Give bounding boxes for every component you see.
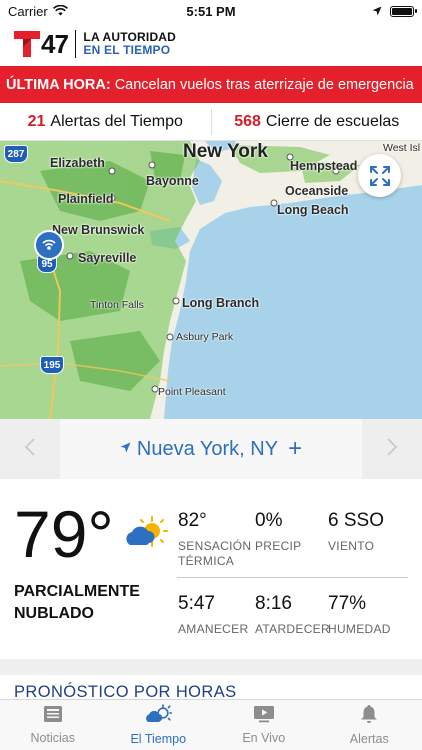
news-icon	[43, 705, 63, 728]
weather-alerts-link[interactable]: 21 Alertas del Tiempo	[0, 113, 211, 131]
tab-noticias-label: Noticias	[30, 731, 75, 745]
map-label-new-brunswick: New Brunswick	[52, 223, 145, 237]
location-arrow-icon	[120, 440, 131, 458]
stats-divider	[177, 577, 408, 578]
radar-map[interactable]: New York Elizabeth Bayonne Plainfield Ne…	[0, 141, 422, 419]
condition-line1: PARCIALMENTE	[14, 583, 140, 600]
feels-like-label: SENSACIÓN TÉRMICA	[178, 539, 251, 569]
current-conditions: 79° PARCIALMENTE NUBLADO 82° SENSACIÓN T…	[0, 479, 422, 659]
current-temperature: 79°	[14, 497, 114, 571]
sunset-stat: 8:16 ATARDECER	[255, 593, 330, 637]
map-label-hempstead: Hempstead	[290, 159, 358, 173]
tab-noticias[interactable]: Noticias	[0, 700, 106, 750]
sunrise-label: AMANECER	[178, 622, 249, 636]
tagline: LA AUTORIDAD EN EL TIEMPO	[83, 31, 176, 57]
chevron-right-icon	[387, 436, 398, 462]
live-video-icon	[253, 705, 275, 728]
carrier-label: Carrier	[8, 3, 48, 19]
tab-en-vivo[interactable]: En Vivo	[211, 700, 317, 750]
tab-alertas-label: Alertas	[349, 732, 389, 746]
highway-shield-195: 195	[40, 356, 64, 374]
sunset-value: 8:16	[255, 593, 292, 614]
weather-alerts-label: Alertas del Tiempo	[50, 112, 183, 130]
highway-shield-287-label: 287	[7, 148, 25, 160]
battery-icon	[390, 5, 417, 17]
sunrise-value: 5:47	[178, 593, 215, 614]
map-label-tinton-falls: Tinton Falls	[90, 299, 144, 311]
humidity-value: 77%	[328, 593, 367, 614]
humidity-label: HUMEDAD	[328, 622, 391, 636]
tab-bar: Noticias El Tiempo En Vivo Alertas	[0, 699, 422, 750]
section-gap	[0, 659, 422, 675]
expand-icon	[369, 165, 391, 187]
alerts-row: 21 Alertas del Tiempo 568 Cierre de escu…	[0, 103, 422, 141]
humidity-stat: 77% HUMEDAD	[328, 593, 391, 637]
current-location-button[interactable]: Nueva York, NY +	[60, 419, 362, 479]
precip-value: 0%	[255, 510, 283, 531]
weather-alerts-count: 21	[27, 112, 46, 130]
school-closings-count: 568	[234, 112, 261, 130]
tab-el-tiempo[interactable]: El Tiempo	[106, 700, 212, 750]
feels-like-value: 82°	[178, 510, 207, 531]
precip-stat: 0% PRECIP	[255, 510, 301, 554]
map-label-asbury-park: Asbury Park	[176, 331, 234, 343]
map-label-new-york: New York	[183, 141, 268, 162]
logo-divider	[74, 30, 77, 58]
telemundo-logo-icon	[14, 29, 40, 59]
feels-like-label-line1: SENSACIÓN	[178, 539, 252, 553]
add-location-button[interactable]: +	[288, 435, 302, 463]
partly-cloudy-icon	[122, 515, 168, 556]
precip-label: PRECIP	[255, 539, 302, 553]
previous-location-button[interactable]	[0, 419, 60, 479]
wind-stat: 6 SSO VIENTO	[328, 510, 384, 554]
map-label-point-pleasant: Point Pleasant	[158, 386, 226, 398]
expand-map-button[interactable]	[358, 154, 401, 197]
map-label-long-branch: Long Branch	[182, 296, 260, 310]
tab-el-tiempo-label: El Tiempo	[130, 732, 187, 746]
breaking-headline: Cancelan vuelos tras aterrizaje de emerg…	[114, 76, 414, 93]
chevron-left-icon	[24, 436, 35, 462]
wind-value: 6 SSO	[328, 510, 384, 531]
map-label-long-beach: Long Beach	[277, 203, 349, 217]
location-arrow-icon	[372, 4, 382, 19]
breaking-tag: ÚLTIMA HORA:	[6, 76, 111, 93]
breaking-news-banner[interactable]: ÚLTIMA HORA: Cancelan vuelos tras aterri…	[0, 66, 422, 103]
wind-label: VIENTO	[328, 539, 375, 553]
highway-shield-287: 287	[4, 145, 28, 163]
feels-like-stat: 82° SENSACIÓN TÉRMICA	[178, 510, 251, 569]
bell-icon	[360, 704, 378, 729]
sunset-label: ATARDECER	[255, 622, 330, 636]
condition-line2: NUBLADO	[14, 605, 94, 622]
tab-en-vivo-label: En Vivo	[242, 731, 286, 745]
highway-shield-95-label: 95	[41, 258, 53, 270]
map-label-sayreville: Sayreville	[78, 251, 137, 265]
school-closings-label: Cierre de escuelas	[265, 112, 400, 130]
condition-text: PARCIALMENTE NUBLADO	[14, 581, 164, 625]
wifi-icon	[52, 4, 68, 19]
weather-icon	[144, 704, 173, 729]
highway-shield-195-label: 195	[43, 359, 61, 371]
location-selector: Nueva York, NY +	[0, 419, 422, 479]
sunrise-stat: 5:47 AMANECER	[178, 593, 248, 637]
channel-number: 47	[41, 28, 69, 59]
map-label-west-islip: West Isl	[383, 142, 421, 154]
location-name: Nueva York, NY	[136, 437, 279, 460]
map-label-oceanside: Oceanside	[285, 184, 349, 198]
app-header: 47 LA AUTORIDAD EN EL TIEMPO	[0, 22, 422, 66]
map-label-plainfield: Plainfield	[58, 192, 114, 206]
status-bar: Carrier 5:51 PM	[0, 0, 422, 22]
tab-alertas[interactable]: Alertas	[317, 700, 422, 750]
map-label-elizabeth: Elizabeth	[50, 156, 105, 170]
feels-like-label-line2: TÉRMICA	[178, 554, 235, 568]
map-label-bayonne: Bayonne	[146, 174, 199, 188]
radar-station-icon[interactable]	[34, 230, 64, 260]
tagline-line2: EN EL TIEMPO	[83, 43, 171, 57]
school-closings-link[interactable]: 568 Cierre de escuelas	[212, 113, 422, 131]
next-location-button[interactable]	[362, 419, 422, 479]
